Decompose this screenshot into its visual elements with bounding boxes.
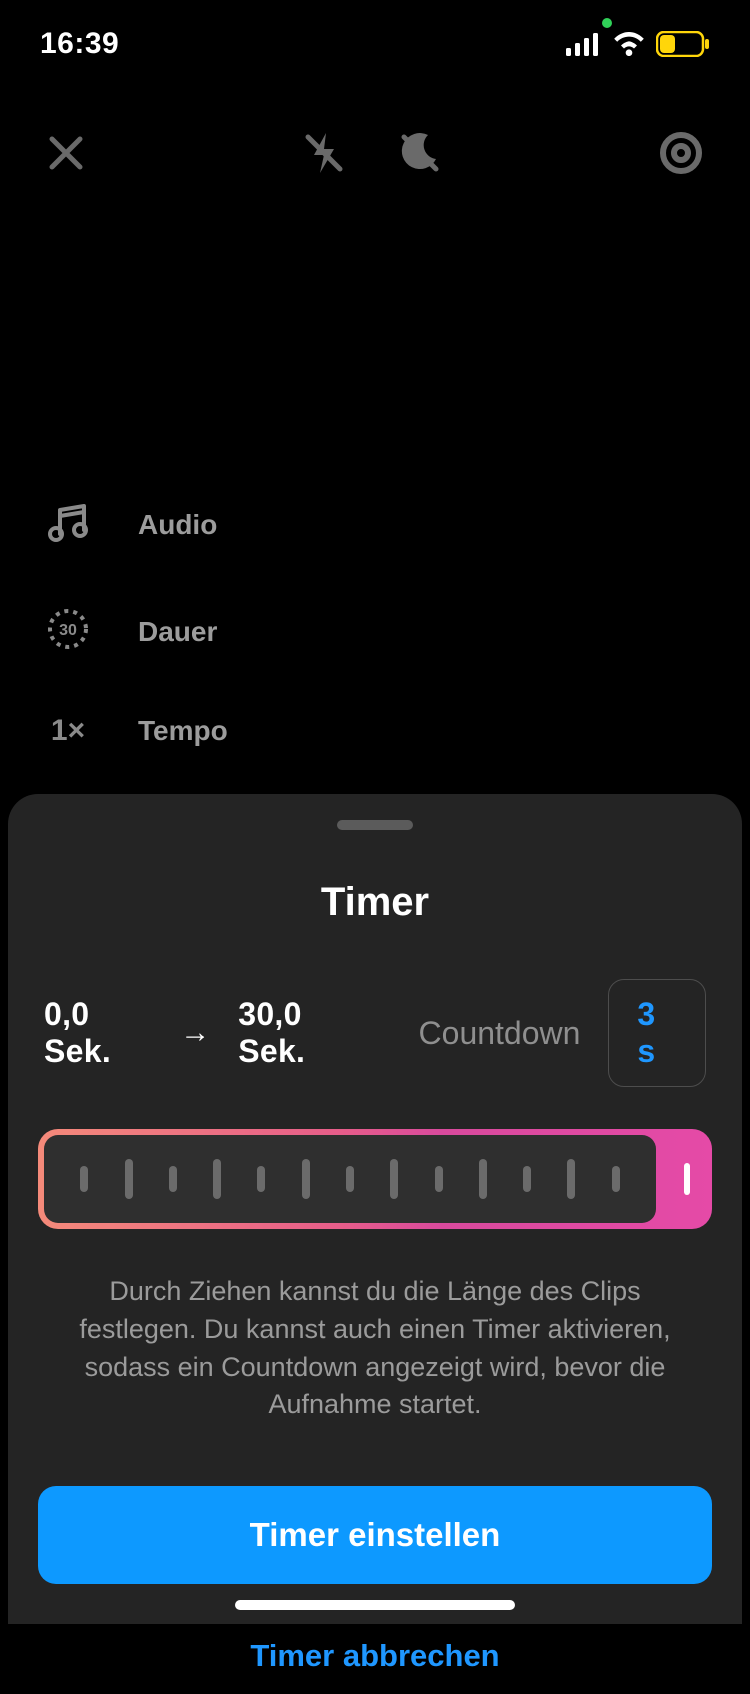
speed-icon: 1× [44, 714, 92, 748]
cancel-timer-button[interactable]: Timer abbrechen [38, 1626, 712, 1694]
set-timer-button[interactable]: Timer einstellen [38, 1486, 712, 1584]
tick [479, 1159, 487, 1199]
duration-label: Dauer [138, 616, 217, 648]
arrow-right-icon: → [180, 1016, 210, 1050]
audio-label: Audio [138, 509, 217, 541]
tick [213, 1159, 221, 1199]
cellular-icon [566, 32, 602, 56]
close-button[interactable] [44, 131, 88, 180]
flash-off-icon [300, 129, 348, 177]
tick [390, 1159, 398, 1199]
timer-sheet: Timer 0,0 Sek. → 30,0 Sek. Countdown 3 s… [8, 794, 742, 1624]
tick [346, 1166, 354, 1192]
duration-tool[interactable]: 30 Dauer [44, 607, 228, 656]
sheet-grabber[interactable] [337, 820, 413, 830]
speed-label: Tempo [138, 715, 228, 747]
creation-tools: Audio 30 Dauer 1× Tempo [44, 500, 228, 748]
flash-toggle[interactable] [300, 129, 348, 182]
battery-low-charging-icon [656, 31, 710, 57]
tick [257, 1166, 265, 1192]
countdown-label: Countdown [419, 1015, 581, 1052]
status-bar: 16:39 [0, 0, 750, 88]
tick [125, 1159, 133, 1199]
audio-tool[interactable]: Audio [44, 500, 228, 549]
duration-icon: 30 [44, 607, 92, 656]
settings-button[interactable] [656, 128, 706, 183]
speed-tool[interactable]: 1× Tempo [44, 714, 228, 748]
camera-top-bar [0, 88, 750, 183]
music-note-icon [44, 500, 92, 549]
countdown-selector[interactable]: 3 s [608, 979, 706, 1087]
tick [567, 1159, 575, 1199]
home-indicator[interactable] [235, 1600, 515, 1610]
range-end: 30,0 Sek. [238, 996, 362, 1070]
timer-help-text: Durch Ziehen kannst du die Länge des Cli… [38, 1273, 712, 1424]
slider-track [44, 1135, 656, 1223]
tick [523, 1166, 531, 1192]
slider-handle[interactable] [684, 1163, 690, 1195]
camera-active-dot [602, 18, 612, 28]
tick [169, 1166, 177, 1192]
status-icons [566, 31, 710, 57]
tick [302, 1159, 310, 1199]
range-start: 0,0 Sek. [44, 996, 152, 1070]
gear-icon [656, 128, 706, 178]
sheet-title: Timer [38, 880, 712, 925]
tick [80, 1166, 88, 1192]
tick [435, 1166, 443, 1192]
wifi-icon [612, 32, 646, 56]
clip-length-slider[interactable] [38, 1129, 712, 1229]
close-icon [44, 131, 88, 175]
svg-text:30: 30 [59, 622, 77, 639]
night-mode-off-icon [396, 129, 444, 177]
timer-range-row: 0,0 Sek. → 30,0 Sek. Countdown 3 s [38, 979, 712, 1087]
tick [612, 1166, 620, 1192]
status-time: 16:39 [40, 27, 119, 61]
night-mode-toggle[interactable] [396, 129, 444, 182]
